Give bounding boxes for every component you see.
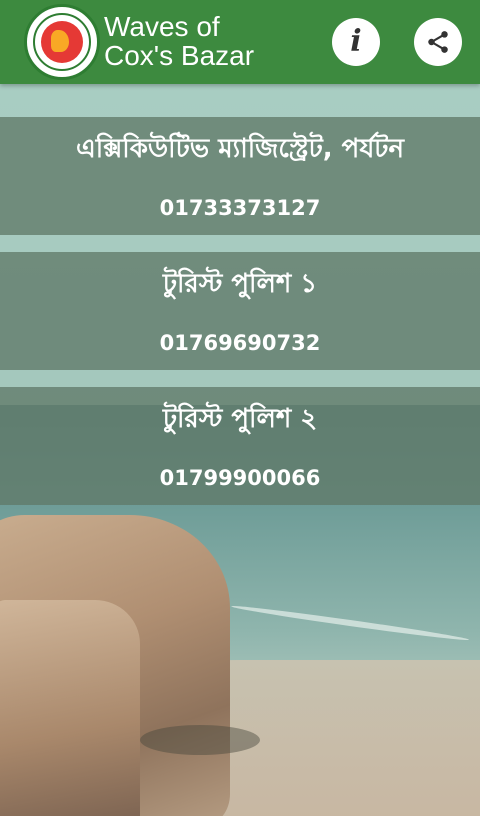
info-button[interactable]: i (332, 18, 380, 66)
share-button[interactable] (414, 18, 462, 66)
contact-name: টুরিস্ট পুলিশ ১ (162, 269, 318, 299)
contact-phone[interactable]: 01733373127 (0, 195, 480, 221)
app-title: Waves of Cox's Bazar (104, 12, 254, 70)
background-rock-shadow (140, 725, 260, 755)
app-title-line1: Waves of (104, 11, 220, 42)
share-icon (428, 31, 448, 53)
contact-phone[interactable]: 01799900066 (0, 465, 480, 491)
info-icon: i (350, 24, 362, 59)
app-title-line2: Cox's Bazar (104, 40, 255, 71)
government-seal-logo (24, 4, 100, 80)
contact-phone[interactable]: 01769690732 (0, 330, 480, 356)
background-rock-cliff-front (0, 600, 140, 816)
contact-name: টুরিস্ট পুলিশ ২ (162, 404, 318, 434)
contact-name: এক্সিকিউটিভ ম্যাজিস্ট্রেট, পর্যটন (75, 134, 404, 164)
contact-card-executive-magistrate[interactable]: এক্সিকিউটিভ ম্যাজিস্ট্রেট, পর্যটন 017333… (0, 117, 480, 235)
contact-card-tourist-police-2[interactable]: টুরিস্ট পুলিশ ২ 01799900066 (0, 387, 480, 505)
app-bar: Waves of Cox's Bazar i (0, 0, 480, 84)
contact-card-tourist-police-1[interactable]: টুরিস্ট পুলিশ ১ 01769690732 (0, 252, 480, 370)
